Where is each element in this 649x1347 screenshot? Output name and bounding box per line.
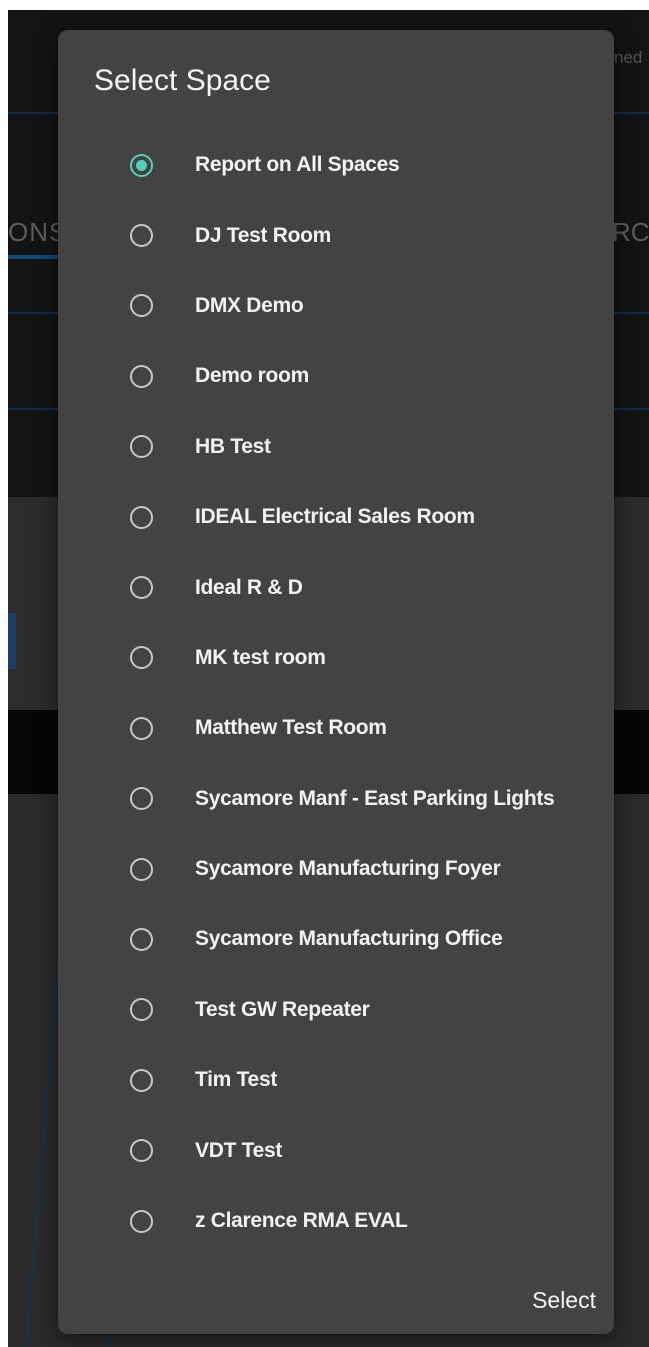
- space-option[interactable]: z Clarence RMA EVAL: [58, 1186, 614, 1256]
- space-option-label: Ideal R & D: [195, 575, 303, 599]
- space-option[interactable]: Sycamore Manf - East Parking Lights: [58, 764, 614, 834]
- space-option-list: Report on All Spaces DJ Test Room DMX Demo…: [58, 130, 614, 1256]
- space-option[interactable]: Ideal R & D: [58, 552, 614, 622]
- space-option[interactable]: MK test room: [58, 623, 614, 693]
- radio-unchecked-icon[interactable]: [130, 435, 153, 459]
- space-option-label: DJ Test Room: [195, 223, 332, 247]
- radio-unchecked-icon[interactable]: [130, 787, 153, 811]
- space-option[interactable]: Sycamore Manufacturing Office: [58, 904, 614, 974]
- space-option[interactable]: Test GW Repeater: [58, 975, 614, 1045]
- radio-unchecked-icon[interactable]: [130, 224, 153, 248]
- space-option[interactable]: Tim Test: [58, 1045, 614, 1115]
- space-option[interactable]: Sycamore Manufacturing Foyer: [58, 834, 614, 904]
- radio-unchecked-icon[interactable]: [130, 576, 153, 600]
- radio-unchecked-icon[interactable]: [130, 294, 153, 318]
- app-screen: ONS RC ned Select Space Report on All Sp…: [8, 10, 649, 1347]
- space-option-label: IDEAL Electrical Sales Room: [195, 505, 475, 529]
- space-option-label: DMX Demo: [195, 293, 304, 317]
- space-option-label: MK test room: [195, 645, 326, 669]
- radio-unchecked-icon[interactable]: [130, 1068, 153, 1092]
- radio-unchecked-icon[interactable]: [130, 364, 153, 388]
- space-option[interactable]: HB Test: [58, 412, 614, 482]
- radio-unchecked-icon[interactable]: [130, 927, 153, 951]
- select-space-dialog: Select Space Report on All Spaces DJ Test…: [58, 30, 614, 1334]
- select-button[interactable]: Select: [532, 1283, 596, 1318]
- space-option-label: Matthew Test Room: [195, 716, 387, 740]
- dialog-title: Select Space: [94, 64, 271, 97]
- space-option-label: Tim Test: [195, 1068, 278, 1092]
- radio-unchecked-icon[interactable]: [130, 857, 153, 881]
- space-option-label: Test GW Repeater: [195, 997, 370, 1021]
- space-option[interactable]: DJ Test Room: [58, 200, 614, 270]
- space-option-label: VDT Test: [195, 1138, 283, 1162]
- space-option-label: Sycamore Manufacturing Foyer: [195, 857, 501, 881]
- radio-unchecked-icon[interactable]: [130, 1139, 153, 1163]
- space-option[interactable]: Report on All Spaces: [58, 130, 614, 200]
- radio-unchecked-icon[interactable]: [130, 716, 153, 740]
- space-option-label: Sycamore Manufacturing Office: [195, 927, 503, 951]
- space-option-label: z Clarence RMA EVAL: [195, 1209, 408, 1233]
- space-option-label: HB Test: [195, 434, 271, 458]
- space-option[interactable]: VDT Test: [58, 1115, 614, 1185]
- radio-unchecked-icon[interactable]: [130, 998, 153, 1022]
- space-option[interactable]: Demo room: [58, 341, 614, 411]
- space-option-label: Sycamore Manf - East Parking Lights: [195, 786, 555, 810]
- radio-checked-icon[interactable]: [130, 153, 153, 177]
- space-option-label: Report on All Spaces: [195, 153, 400, 177]
- radio-unchecked-icon[interactable]: [130, 505, 153, 529]
- space-option[interactable]: DMX Demo: [58, 271, 614, 341]
- space-option[interactable]: Matthew Test Room: [58, 693, 614, 763]
- radio-unchecked-icon[interactable]: [130, 1209, 153, 1233]
- space-option-label: Demo room: [195, 364, 309, 388]
- space-option[interactable]: IDEAL Electrical Sales Room: [58, 482, 614, 552]
- radio-unchecked-icon[interactable]: [130, 646, 153, 670]
